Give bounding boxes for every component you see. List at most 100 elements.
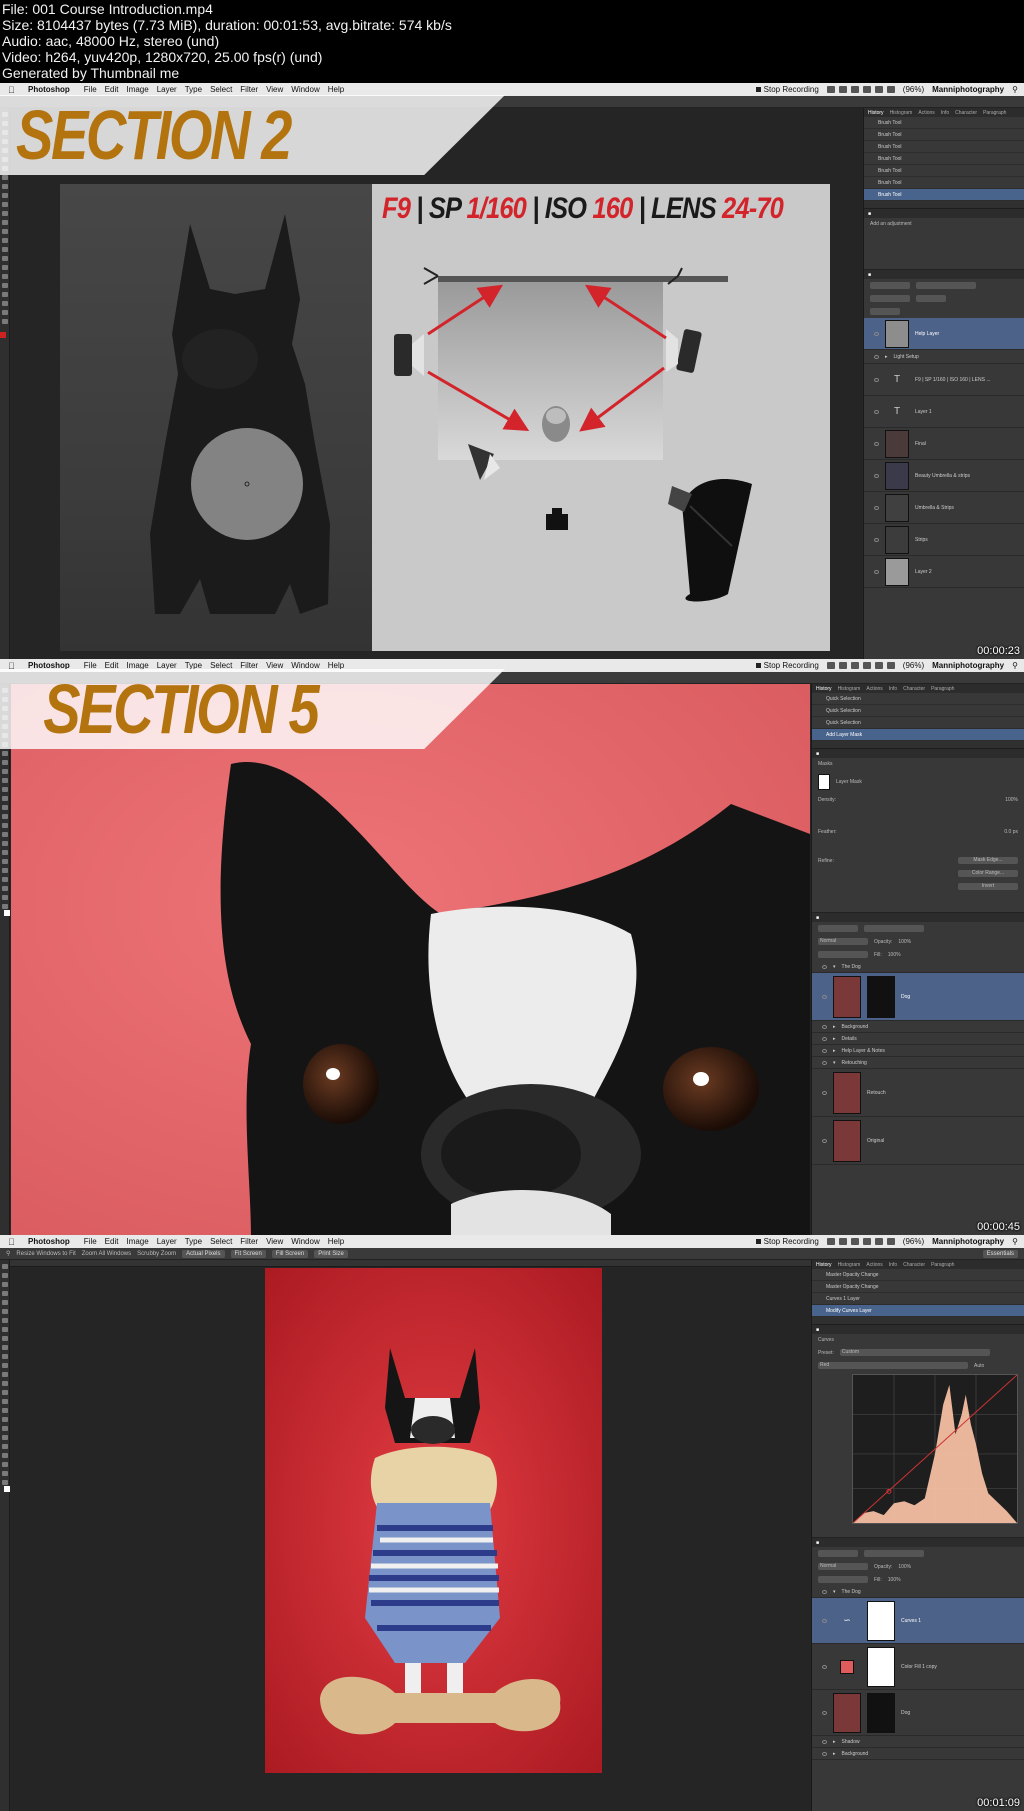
layer-row[interactable]: Strips <box>864 524 1024 556</box>
tab-actions[interactable]: Actions <box>866 686 882 692</box>
menu-filter[interactable]: Filter <box>240 83 258 96</box>
channel-select[interactable]: Red <box>818 1362 968 1369</box>
menu-help[interactable]: Help <box>328 83 344 96</box>
tab-history[interactable]: History <box>816 1262 832 1268</box>
layer-row[interactable]: Umbrella & Strips <box>864 492 1024 524</box>
eye-icon[interactable] <box>822 964 827 969</box>
feather-value[interactable]: 0.0 px <box>1004 829 1018 835</box>
actual-pixels-button[interactable]: Actual Pixels <box>182 1249 225 1258</box>
layer-row[interactable]: Original <box>812 1117 1024 1165</box>
layer-group-row[interactable]: ▸ Details <box>812 1033 1024 1045</box>
tab-history[interactable]: History <box>816 686 832 692</box>
apple-icon[interactable]:  <box>8 85 18 95</box>
background-color-swatch[interactable] <box>4 1486 10 1492</box>
history-item[interactable]: Brush Tool <box>864 117 1024 129</box>
layer-row[interactable]: Retouch <box>812 1069 1024 1117</box>
menu-edit[interactable]: Edit <box>105 83 119 96</box>
menu-type[interactable]: Type <box>185 83 202 96</box>
layer-row[interactable]: T Layer 1 <box>864 396 1024 428</box>
layer-group-row[interactable]: ▸ Background <box>812 1021 1024 1033</box>
option-scrubby-zoom[interactable]: Scrubby Zoom <box>137 1251 176 1257</box>
stop-recording[interactable]: Stop Recording <box>755 83 819 96</box>
eye-icon[interactable] <box>822 1664 827 1669</box>
invert-button[interactable]: Invert <box>958 883 1018 890</box>
layer-row[interactable]: Dog <box>812 973 1024 1021</box>
layer-group-row[interactable]: ▸ Background <box>812 1748 1024 1760</box>
stop-recording[interactable]: Stop Recording <box>755 1235 819 1248</box>
tab-paragraph[interactable]: Paragraph <box>983 110 1006 116</box>
menu-layer[interactable]: Layer <box>157 1235 177 1248</box>
history-item[interactable]: Quick Selection <box>812 693 1024 705</box>
eye-icon[interactable] <box>822 1048 827 1053</box>
history-item[interactable]: Modify Curves Layer <box>812 1305 1024 1317</box>
search-icon[interactable]: ⚲ <box>1012 659 1018 672</box>
canvas-area[interactable] <box>11 1268 810 1811</box>
feather-slider[interactable] <box>812 838 1024 854</box>
tab-actions[interactable]: Actions <box>918 110 934 116</box>
option-resize-windows[interactable]: Resize Windows to Fit <box>16 1251 75 1257</box>
search-icon[interactable]: ⚲ <box>1012 1235 1018 1248</box>
app-menu[interactable]: Photoshop <box>28 83 70 96</box>
tab-character[interactable]: Character <box>903 1262 925 1268</box>
fill-screen-button[interactable]: Fill Screen <box>271 1249 309 1258</box>
history-item[interactable]: Brush Tool <box>864 141 1024 153</box>
layer-row[interactable]: Dog <box>812 1690 1024 1736</box>
history-item[interactable]: Add Layer Mask <box>812 729 1024 741</box>
layer-group-row[interactable]: ▸ Help Layer & Notes <box>812 1045 1024 1057</box>
history-item[interactable]: Master Opacity Change <box>812 1269 1024 1281</box>
eye-icon[interactable] <box>874 473 879 478</box>
eye-icon[interactable] <box>874 409 879 414</box>
fit-screen-button[interactable]: Fit Screen <box>230 1249 266 1258</box>
eye-icon[interactable] <box>874 377 879 382</box>
tab-history[interactable]: History <box>868 110 884 116</box>
eye-icon[interactable] <box>822 1036 827 1041</box>
history-item[interactable]: Brush Tool <box>864 129 1024 141</box>
menu-layer[interactable]: Layer <box>157 83 177 96</box>
menu-window[interactable]: Window <box>291 1235 319 1248</box>
fill-value[interactable]: 100% <box>888 1577 901 1583</box>
layer-group-row[interactable]: ▾ Retouching <box>812 1057 1024 1069</box>
layer-row[interactable]: Layer 2 <box>864 556 1024 588</box>
eye-icon[interactable] <box>874 505 879 510</box>
eye-icon[interactable] <box>822 1024 827 1029</box>
tab-paragraph[interactable]: Paragraph <box>931 1262 954 1268</box>
eye-icon[interactable] <box>822 1060 827 1065</box>
workspace-select[interactable]: Essentials <box>982 1249 1018 1258</box>
density-slider[interactable] <box>812 806 1024 826</box>
history-item[interactable]: Master Opacity Change <box>812 1281 1024 1293</box>
opacity-value[interactable]: 100% <box>898 1564 911 1570</box>
menu-file[interactable]: File <box>84 1235 97 1248</box>
menu-view[interactable]: View <box>266 1235 283 1248</box>
history-item[interactable]: Brush Tool <box>864 177 1024 189</box>
history-item[interactable]: Quick Selection <box>812 717 1024 729</box>
tab-histogram[interactable]: Histogram <box>838 686 861 692</box>
eye-icon[interactable] <box>874 441 879 446</box>
history-item[interactable]: Brush Tool <box>864 153 1024 165</box>
auto-button[interactable]: Auto <box>974 1363 984 1369</box>
background-color-swatch[interactable] <box>4 910 10 916</box>
layer-row[interactable]: Help Layer <box>864 318 1024 350</box>
apple-icon[interactable]:  <box>8 1237 18 1247</box>
tab-histogram[interactable]: Histogram <box>890 110 913 116</box>
menu-type[interactable]: Type <box>185 1235 202 1248</box>
density-value[interactable]: 100% <box>1005 797 1018 803</box>
history-item[interactable]: Brush Tool <box>864 165 1024 177</box>
menu-window[interactable]: Window <box>291 83 319 96</box>
eye-icon[interactable] <box>822 1589 827 1594</box>
menu-image[interactable]: Image <box>126 1235 148 1248</box>
menu-select[interactable]: Select <box>210 1235 232 1248</box>
eye-icon[interactable] <box>822 1090 827 1095</box>
layer-row[interactable]: Final <box>864 428 1024 460</box>
eye-icon[interactable] <box>822 1138 827 1143</box>
tab-actions[interactable]: Actions <box>866 1262 882 1268</box>
fill-value[interactable]: 100% <box>888 952 901 958</box>
menu-filter[interactable]: Filter <box>240 1235 258 1248</box>
density-row[interactable]: Density: 100% <box>812 794 1024 806</box>
tab-info[interactable]: Info <box>941 110 949 116</box>
layer-row[interactable]: ∽ Curves 1 <box>812 1598 1024 1644</box>
tab-character[interactable]: Character <box>903 686 925 692</box>
layer-row[interactable]: T F9 | SP 1/160 | ISO 160 | LENS ... <box>864 364 1024 396</box>
menu-edit[interactable]: Edit <box>105 1235 119 1248</box>
menu-view[interactable]: View <box>266 83 283 96</box>
foreground-color-swatch[interactable] <box>0 332 6 338</box>
